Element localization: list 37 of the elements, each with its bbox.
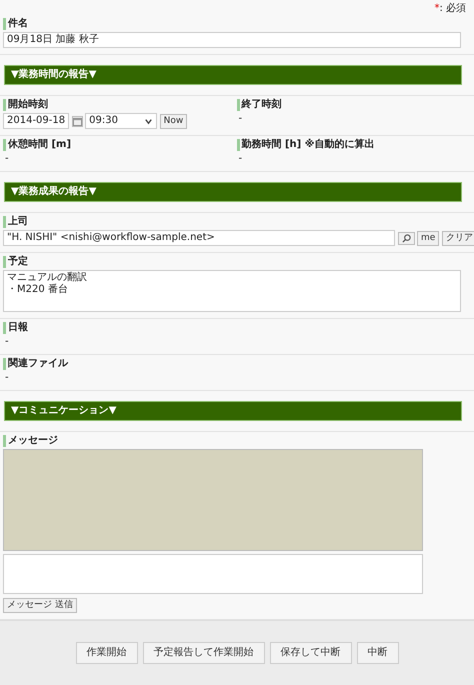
field-label: 終了時刻 xyxy=(236,99,470,111)
time-select[interactable]: 09:30 xyxy=(85,113,158,129)
caret-icon xyxy=(144,116,154,126)
calendar-icon xyxy=(72,116,82,126)
field-label: 関連ファイル xyxy=(3,358,470,370)
section-header: ▼コミュニケーション▼ xyxy=(4,401,462,421)
footer-button[interactable]: 予定報告して作業開始 xyxy=(142,642,264,664)
field-value: - xyxy=(238,153,244,165)
field-label: 勤務時間 [h] ※自動的に算出 xyxy=(236,139,470,151)
required-mark: * xyxy=(434,3,440,14)
now-button[interactable]: Now xyxy=(160,114,188,128)
footer-button[interactable]: 作業開始 xyxy=(76,642,138,664)
required-note: : 必須 xyxy=(439,3,466,14)
search-icon xyxy=(402,234,410,242)
search-button[interactable] xyxy=(398,232,414,244)
field-value: - xyxy=(4,153,10,165)
field-value: - xyxy=(4,336,10,348)
field-value: - xyxy=(238,113,244,125)
text-field[interactable]: 09月18日 加藤 秋子 xyxy=(3,32,461,48)
text-line: ・M220 番台 xyxy=(7,284,69,296)
user-button[interactable]: me xyxy=(417,230,440,246)
text-area[interactable]: マニュアルの翻訳 ・M220 番台 xyxy=(3,270,461,312)
footer-button[interactable]: 中断 xyxy=(356,642,398,664)
calendar-button[interactable] xyxy=(72,116,83,126)
user-button[interactable]: クリア xyxy=(442,230,474,246)
section-header: ▼業務時間の報告▼ xyxy=(4,65,462,85)
user-field[interactable]: "H. NISHI" <nishi@workflow-sample.net> xyxy=(3,230,395,246)
section-header: ▼業務成果の報告▼ xyxy=(4,182,462,202)
message-field[interactable] xyxy=(3,554,423,594)
time-value: 09:30 xyxy=(89,115,118,127)
field-value: - xyxy=(4,372,10,384)
date-field[interactable]: 2014-09-18 xyxy=(3,113,70,129)
send-button[interactable]: メッセージ 送信 xyxy=(3,598,77,612)
field-label: 日報 xyxy=(3,322,470,334)
field-label: 休憩時間 [m] xyxy=(3,139,236,151)
footer-button[interactable]: 保存して中断 xyxy=(270,642,352,664)
text-line: マニュアルの翻訳 xyxy=(7,272,88,284)
